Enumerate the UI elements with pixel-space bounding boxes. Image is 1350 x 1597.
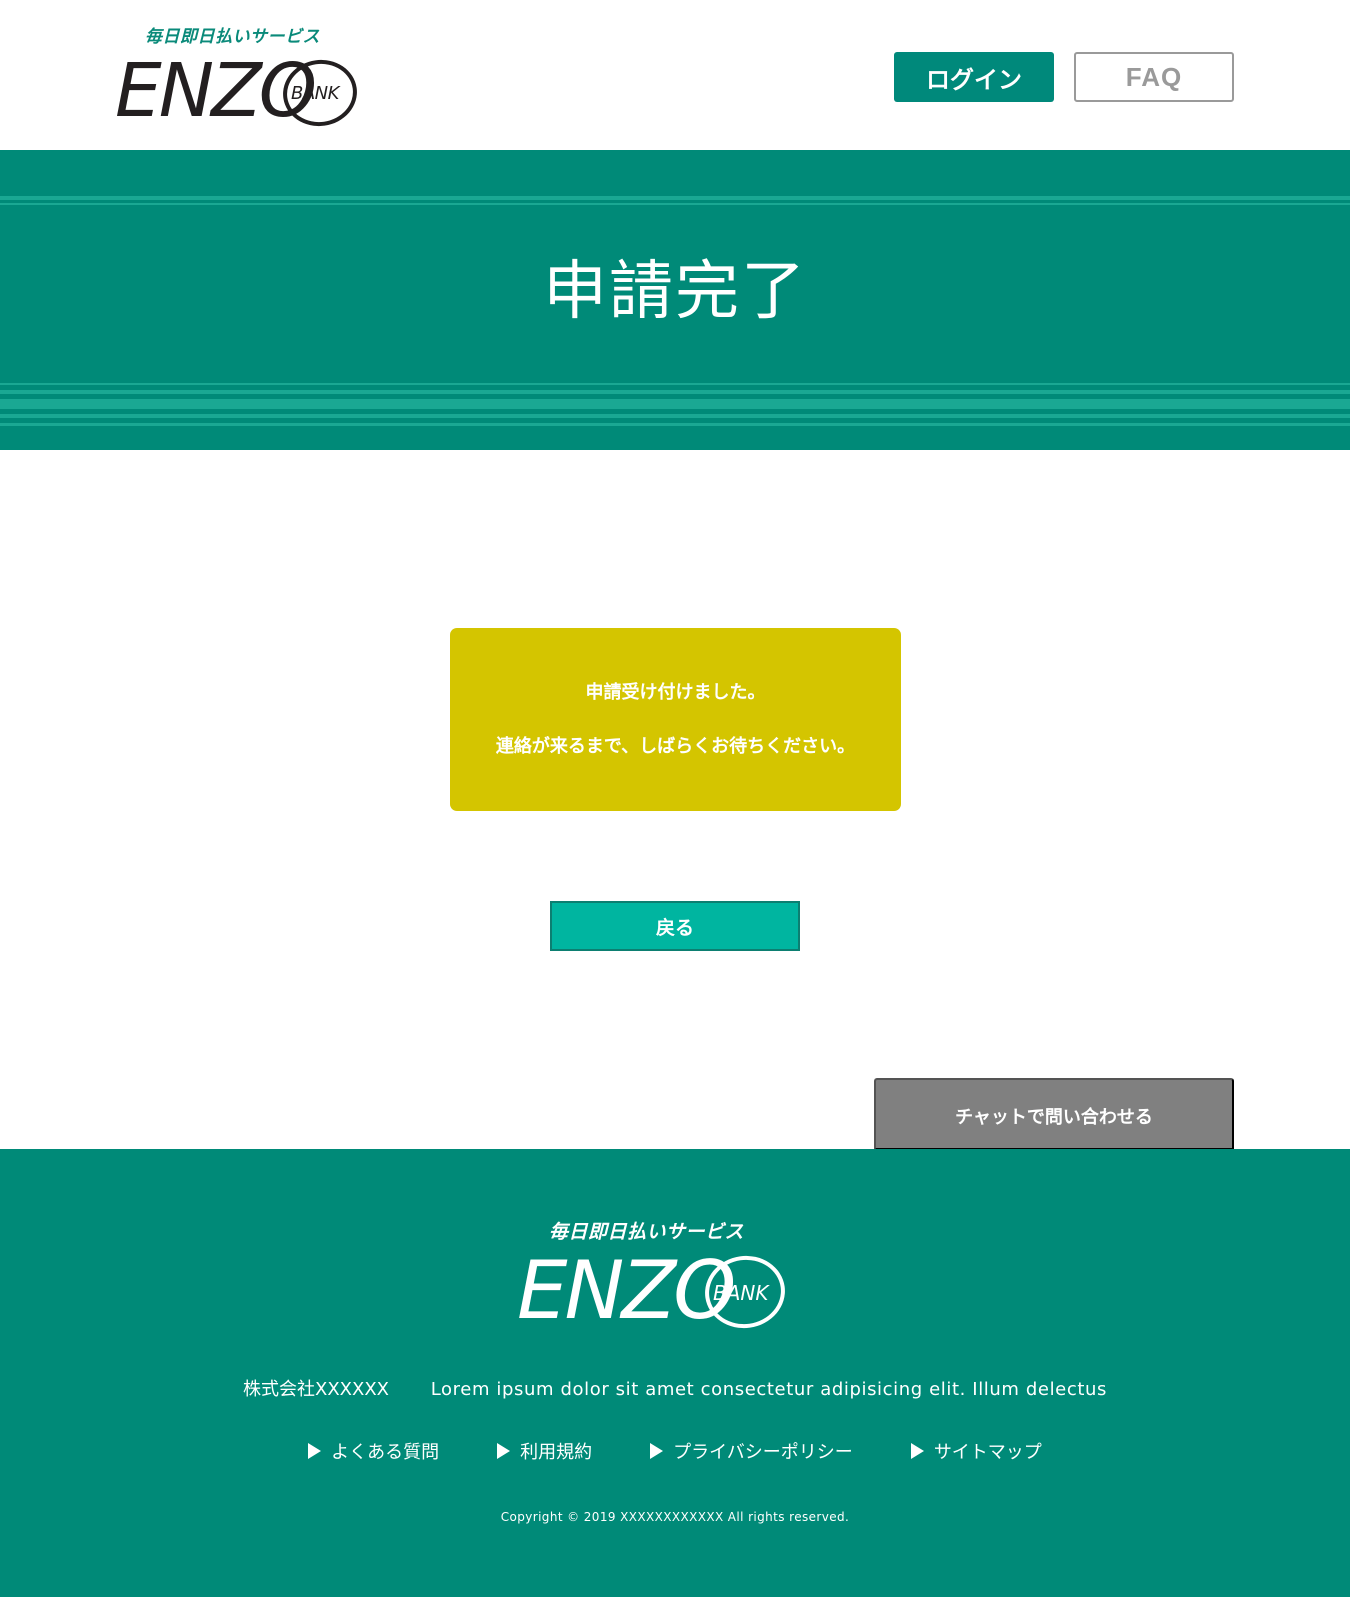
banner-stripe <box>0 383 1350 385</box>
chat-inquiry-button[interactable]: チャットで問い合わせる <box>874 1078 1234 1150</box>
faq-button[interactable]: FAQ <box>1074 52 1234 102</box>
banner-stripe <box>0 423 1350 426</box>
banner-stripe <box>0 399 1350 409</box>
notice-line-received: 申請受け付けました。 <box>585 682 766 703</box>
play-triangle-icon <box>910 1443 924 1459</box>
enzo-bank-logo[interactable]: 毎日即日払いサービス ENZO BANK <box>115 22 365 132</box>
company-description: Lorem ipsum dolor sit amet consectetur a… <box>430 1379 1107 1400</box>
completion-notice: 申請受け付けました。 連絡が来るまで、しばらくお待ちください。 <box>450 628 901 811</box>
site-header: 毎日即日払いサービス ENZO BANK ログイン FAQ <box>0 0 1350 150</box>
banner-stripe <box>0 390 1350 394</box>
footer-logo-bank-text: BANK <box>713 1281 769 1305</box>
logo-tagline: 毎日即日払いサービス <box>145 27 320 47</box>
footer-link-terms[interactable]: 利用規約 <box>497 1438 592 1464</box>
banner-stripe <box>0 203 1350 205</box>
footer-link-label: サイトマップ <box>933 1442 1042 1463</box>
footer-logo-tagline: 毎日即日払いサービス <box>549 1221 745 1243</box>
footer-link-faq[interactable]: よくある質問 <box>308 1438 439 1464</box>
site-footer: 毎日即日払いサービス ENZO BANK 株式会社XXXXXX Lorem ip… <box>0 1149 1350 1597</box>
copyright-text: Copyright © 2019 XXXXXXXXXXXX All rights… <box>500 1510 850 1524</box>
play-triangle-icon <box>650 1443 664 1459</box>
back-button[interactable]: 戻る <box>550 901 800 951</box>
footer-logo-wordmark: ENZO <box>517 1244 736 1337</box>
footer-link-label: よくある質問 <box>331 1442 440 1463</box>
footer-link-privacy[interactable]: プライバシーポリシー <box>650 1438 853 1464</box>
footer-links: よくある質問 利用規約 プライバシーポリシー サイトマップ <box>0 1438 1350 1464</box>
notice-line-wait: 連絡が来るまで、しばらくお待ちください。 <box>495 736 856 757</box>
page-title: 申請完了 <box>543 255 807 329</box>
play-triangle-icon <box>497 1443 511 1459</box>
logo-bank-text: BANK <box>291 83 339 104</box>
footer-link-label: 利用規約 <box>520 1442 593 1463</box>
company-info: 株式会社XXXXXX Lorem ipsum dolor sit amet co… <box>0 1375 1350 1401</box>
page-banner: 申請完了 <box>0 150 1350 450</box>
play-triangle-icon <box>308 1443 322 1459</box>
banner-stripe <box>0 414 1350 418</box>
footer-logo[interactable]: 毎日即日払いサービス ENZO BANK <box>517 1217 797 1335</box>
banner-stripe <box>0 196 1350 200</box>
company-name: 株式会社XXXXXX <box>243 1379 389 1400</box>
login-button[interactable]: ログイン <box>894 52 1054 102</box>
footer-link-sitemap[interactable]: サイトマップ <box>910 1438 1042 1464</box>
footer-link-label: プライバシーポリシー <box>673 1442 853 1463</box>
